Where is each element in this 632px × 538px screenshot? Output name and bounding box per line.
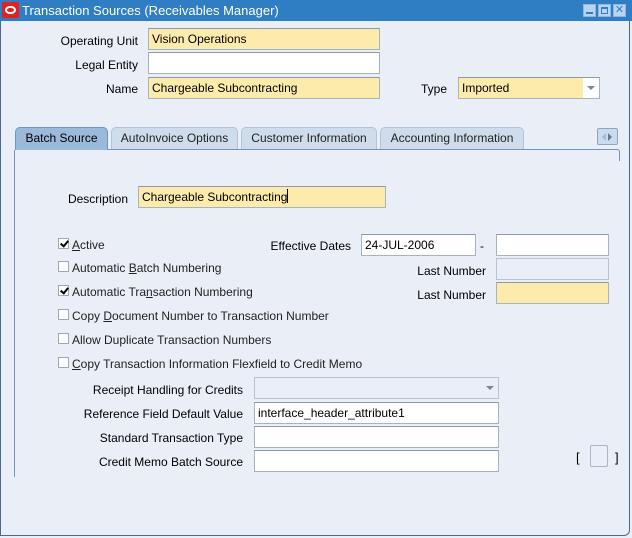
- descriptive-flexfield[interactable]: [590, 445, 608, 467]
- last-number-transaction-field[interactable]: [496, 282, 609, 304]
- chevron-down-icon[interactable]: [583, 78, 599, 98]
- tab-customer-information[interactable]: Customer Information: [241, 127, 377, 150]
- flexfield-open-bracket: [: [576, 450, 580, 465]
- credit-memo-batch-source-label: Credit Memo Batch Source: [98, 455, 243, 469]
- effective-date-to-field[interactable]: [496, 234, 609, 256]
- copy-flexfield-label: Copy Transaction Information Flexfield t…: [72, 357, 363, 371]
- effective-dates-label: Effective Dates: [270, 239, 351, 253]
- maximize-button[interactable]: [598, 4, 611, 17]
- chevron-down-icon[interactable]: [482, 378, 498, 398]
- receipt-handling-select[interactable]: [254, 377, 499, 399]
- copy-flexfield-checkbox[interactable]: [58, 357, 69, 368]
- type-select[interactable]: Imported: [458, 77, 600, 99]
- automatic-transaction-numbering-checkbox[interactable]: [58, 285, 69, 296]
- tab-panel-left-border: [14, 150, 15, 477]
- active-label: Active: [72, 238, 105, 252]
- standard-transaction-type-field[interactable]: [254, 426, 499, 448]
- minimize-button[interactable]: [583, 4, 596, 17]
- last-number-batch-label: Last Number: [417, 264, 486, 278]
- tab-panel-corner: [612, 149, 620, 161]
- name-label: Name: [105, 82, 138, 96]
- tab-accounting-information[interactable]: Accounting Information: [380, 127, 524, 150]
- description-label: Description: [67, 192, 128, 206]
- scroll-left-icon: [602, 133, 606, 141]
- operating-unit-field[interactable]: Vision Operations: [148, 28, 380, 50]
- scroll-right-icon: [608, 133, 612, 141]
- oracle-logo-icon: [2, 2, 19, 18]
- tab-batch-source[interactable]: Batch Source: [15, 127, 108, 150]
- tab-scroll-button[interactable]: [597, 128, 618, 145]
- tab-panel-border: [108, 149, 618, 150]
- copy-document-number-label: Copy Document Number to Transaction Numb…: [72, 309, 329, 323]
- allow-duplicate-numbers-checkbox[interactable]: [58, 333, 69, 344]
- automatic-batch-numbering-checkbox[interactable]: [58, 261, 69, 272]
- type-value: Imported: [462, 81, 510, 95]
- receipt-handling-label: Receipt Handling for Credits: [92, 383, 243, 397]
- credit-memo-batch-source-field[interactable]: [254, 450, 499, 472]
- tab-autoinvoice-options[interactable]: AutoInvoice Options: [111, 127, 238, 150]
- allow-duplicate-numbers-label: Allow Duplicate Transaction Numbers: [72, 333, 272, 347]
- close-button[interactable]: ✕: [613, 4, 626, 17]
- standard-transaction-type-label: Standard Transaction Type: [99, 431, 243, 445]
- last-number-transaction-label: Last Number: [417, 288, 486, 302]
- legal-entity-label: Legal Entity: [75, 58, 138, 72]
- name-field[interactable]: Chargeable Subcontracting: [148, 77, 380, 99]
- title-bar: Transaction Sources (Receivables Manager…: [0, 0, 632, 21]
- operating-unit-label: Operating Unit: [60, 34, 138, 48]
- description-value: Chargeable Subcontracting: [142, 190, 288, 204]
- legal-entity-field[interactable]: [148, 52, 380, 74]
- automatic-transaction-numbering-label: Automatic Transaction Numbering: [72, 285, 253, 299]
- window-title: Transaction Sources (Receivables Manager…: [22, 3, 279, 18]
- flexfield-close-bracket: ]: [615, 450, 619, 465]
- type-label: Type: [420, 82, 447, 96]
- effective-date-from-field[interactable]: 24-JUL-2006: [361, 234, 476, 256]
- date-separator: -: [480, 239, 484, 253]
- copy-document-number-checkbox[interactable]: [58, 309, 69, 320]
- reference-field-label: Reference Field Default Value: [83, 407, 243, 421]
- last-number-batch-field: [496, 258, 609, 280]
- automatic-batch-numbering-label: Automatic Batch Numbering: [72, 261, 222, 275]
- description-field[interactable]: Chargeable Subcontracting: [138, 186, 386, 208]
- active-checkbox[interactable]: [58, 238, 69, 249]
- reference-field-input[interactable]: interface_header_attribute1: [254, 402, 499, 424]
- text-cursor: [287, 189, 289, 203]
